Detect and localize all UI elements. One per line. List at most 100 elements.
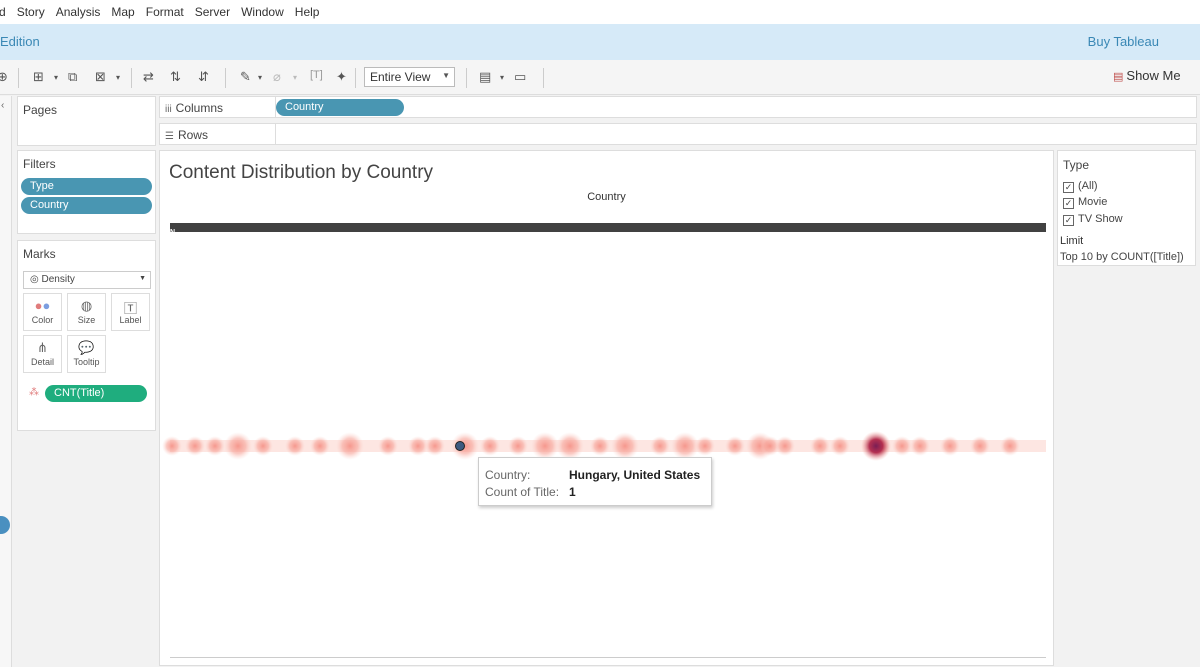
density-mark[interactable] [310, 436, 330, 456]
detail-button[interactable]: ⋔ Detail [23, 335, 62, 373]
data-pane-collapsed: ‹ [0, 96, 12, 667]
pages-title: Pages [23, 103, 58, 117]
type-filter-title: Type [1063, 158, 1090, 172]
sort-descending-icon[interactable]: ⇵ [198, 69, 209, 85]
tooltip-icon: 💬 [78, 340, 95, 355]
density-mark[interactable] [205, 436, 225, 456]
axis-baseline [170, 657, 1046, 658]
limit-value: Top 10 by COUNT([Title]) [1060, 251, 1184, 263]
show-me-icon: ▤ [1113, 71, 1124, 83]
highlight-icon[interactable]: ✎ [240, 69, 251, 85]
density-mark[interactable] [285, 436, 305, 456]
menu-item-map[interactable]: Map [111, 5, 134, 19]
filter-pill-country[interactable]: Country [21, 197, 152, 214]
density-mark[interactable] [378, 436, 398, 456]
density-mark[interactable] [725, 436, 745, 456]
column-header-text: N [170, 229, 175, 234]
type-option-movie[interactable]: ✓ Movie [1063, 196, 1107, 209]
filters-title: Filters [23, 157, 56, 171]
swap-rows-columns-icon[interactable]: ⇄ [143, 69, 154, 85]
new-data-source-icon[interactable]: ⊕ [0, 69, 8, 85]
tooltip-country-key: Country: [485, 468, 531, 482]
chevron-down-icon[interactable]: ▾ [293, 73, 297, 82]
checkbox-checked-icon[interactable]: ✓ [1063, 215, 1074, 226]
clear-sheet-icon[interactable]: ⊠ [95, 69, 106, 85]
density-mark[interactable] [611, 432, 639, 460]
tooltip-count-value: 1 [569, 485, 576, 499]
pin-axes-icon[interactable]: ✦ [336, 69, 347, 85]
density-mark[interactable] [531, 432, 559, 460]
menu-item-story[interactable]: Story [17, 5, 45, 19]
density-hotspot[interactable] [861, 431, 891, 461]
mark-type-value: Density [41, 274, 75, 285]
chevron-down-icon[interactable]: ▾ [500, 73, 504, 82]
selected-mark[interactable] [455, 441, 465, 451]
density-mark[interactable] [695, 436, 715, 456]
density-mark[interactable] [650, 436, 670, 456]
type-option-label: Movie [1078, 196, 1108, 208]
tooltip-country-value: Hungary, United States [569, 468, 701, 482]
density-mark[interactable] [910, 436, 930, 456]
color-button[interactable]: ●● Color [23, 293, 62, 331]
menu-item-help[interactable]: Help [295, 5, 320, 19]
sort-ascending-icon[interactable]: ⇅ [170, 69, 181, 85]
fit-dropdown[interactable]: Entire View ▼ [364, 67, 455, 87]
density-mark[interactable] [425, 436, 445, 456]
density-mark[interactable] [775, 436, 795, 456]
density-mark[interactable] [480, 436, 500, 456]
density-mark[interactable] [185, 436, 205, 456]
density-mark[interactable] [162, 436, 182, 456]
toolbar: ⊕ ⊞ ▾ ⧉ ⊠ ▾ ⇄ ⇅ ⇵ ✎ ▾ ⌀ ▾ [T] ✦ ▤ ▾ ▭ [0, 60, 1200, 95]
presentation-mode-icon[interactable]: ▭ [514, 69, 526, 85]
density-mark[interactable] [970, 436, 990, 456]
columns-shelf[interactable]: iii Columns Country [159, 96, 1197, 118]
density-mark[interactable] [590, 436, 610, 456]
chevron-left-icon[interactable]: ‹ [1, 100, 4, 111]
new-worksheet-icon[interactable]: ⊞ [33, 69, 44, 85]
buy-tableau-link[interactable]: Buy Tableau [1088, 34, 1159, 49]
density-mark[interactable] [336, 432, 364, 460]
marks-title: Marks [23, 247, 56, 261]
chevron-down-icon[interactable]: ▾ [116, 73, 120, 82]
chevron-down-icon[interactable]: ▾ [258, 73, 262, 82]
show-mark-labels-icon[interactable]: [T] [310, 69, 323, 81]
duplicate-sheet-icon[interactable]: ⧉ [68, 69, 77, 85]
color-field-icon: ⁂ [29, 387, 39, 398]
type-option-tv-show[interactable]: ✓ TV Show [1063, 213, 1123, 226]
show-me-button[interactable]: ▤ Show Me [1113, 68, 1181, 83]
menu-item-window[interactable]: Window [241, 5, 284, 19]
size-button[interactable]: ◍ Size [67, 293, 106, 331]
data-pane-indicator[interactable] [0, 516, 10, 534]
viz-area[interactable]: Content Distribution by Country Country … [159, 150, 1054, 666]
density-mark[interactable] [892, 436, 912, 456]
label-button[interactable]: 🅃 Label [111, 293, 150, 331]
rows-shelf[interactable]: ☰ Rows [159, 123, 1197, 145]
density-mark[interactable] [556, 432, 584, 460]
tooltip-button[interactable]: 💬 Tooltip [67, 335, 106, 373]
density-mark[interactable] [1000, 436, 1020, 456]
filter-pill-type[interactable]: Type [21, 178, 152, 195]
columns-pill-country[interactable]: Country [276, 99, 404, 116]
checkbox-checked-icon[interactable]: ✓ [1063, 198, 1074, 209]
chevron-down-icon[interactable]: ▾ [54, 73, 58, 82]
density-mark[interactable] [253, 436, 273, 456]
tooltip-button-label: Tooltip [73, 357, 100, 367]
mark-type-dropdown[interactable]: ◎ Density ▼ [23, 271, 151, 289]
edition-label: Edition [0, 34, 40, 49]
density-mark[interactable] [224, 432, 252, 460]
menu-item-format[interactable]: Format [146, 5, 184, 19]
menu-item-dashboard[interactable]: d [0, 5, 6, 19]
density-mark[interactable] [508, 436, 528, 456]
density-mark[interactable] [940, 436, 960, 456]
density-mark[interactable] [671, 432, 699, 460]
menu-item-analysis[interactable]: Analysis [56, 5, 101, 19]
menu-item-server[interactable]: Server [195, 5, 230, 19]
type-option-all[interactable]: ✓ (All) [1063, 180, 1098, 193]
checkbox-checked-icon[interactable]: ✓ [1063, 182, 1074, 193]
columns-shelf-label: iii Columns [165, 101, 223, 115]
group-members-icon[interactable]: ⌀ [273, 69, 281, 85]
density-mark[interactable] [810, 436, 830, 456]
density-mark[interactable] [830, 436, 850, 456]
show-cards-icon[interactable]: ▤ [479, 69, 491, 85]
marks-pill-cnt-title[interactable]: CNT(Title) [45, 385, 147, 402]
